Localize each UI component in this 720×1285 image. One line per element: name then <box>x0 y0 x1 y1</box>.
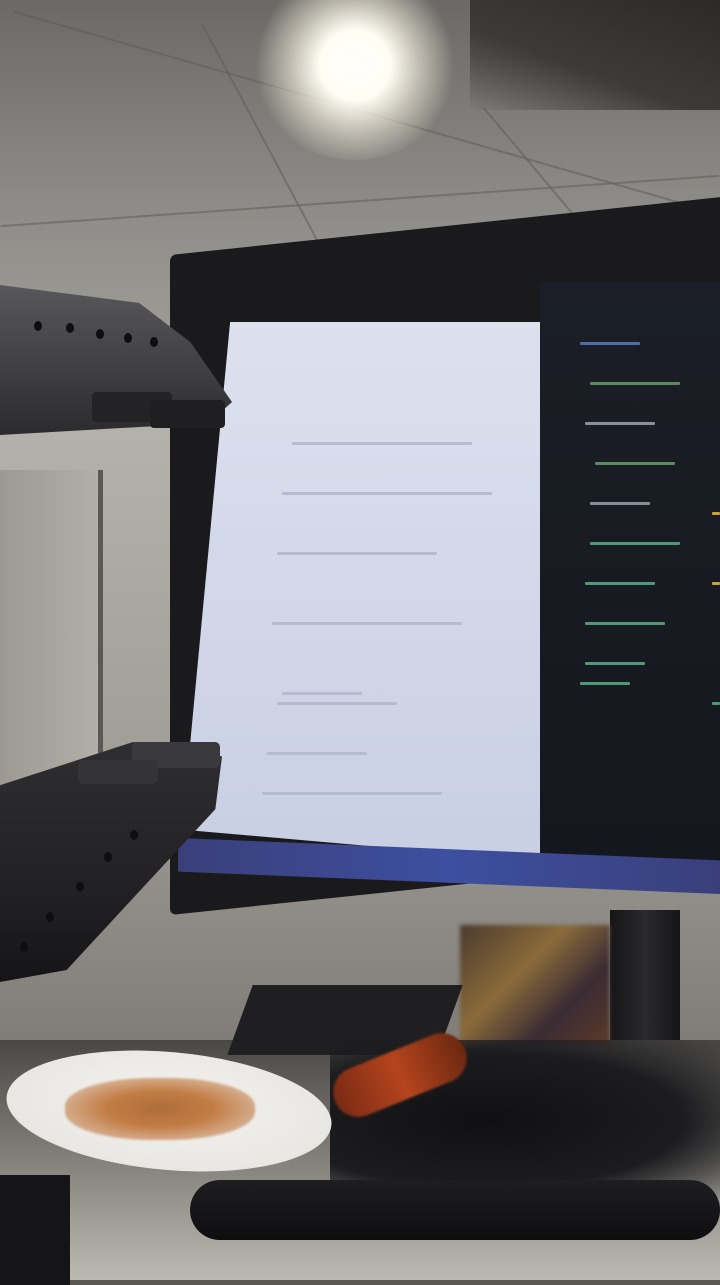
chair-armrest <box>190 1180 720 1240</box>
background-poster <box>460 925 610 1045</box>
food <box>65 1078 255 1140</box>
gripper-tooth <box>150 400 225 428</box>
door <box>0 470 103 790</box>
chair-base <box>0 1175 70 1285</box>
monitor-screen-document <box>182 322 552 862</box>
gripper-tooth <box>78 760 158 784</box>
monitor-screen-code-editor <box>540 282 720 882</box>
ceiling-shadow <box>470 0 720 110</box>
